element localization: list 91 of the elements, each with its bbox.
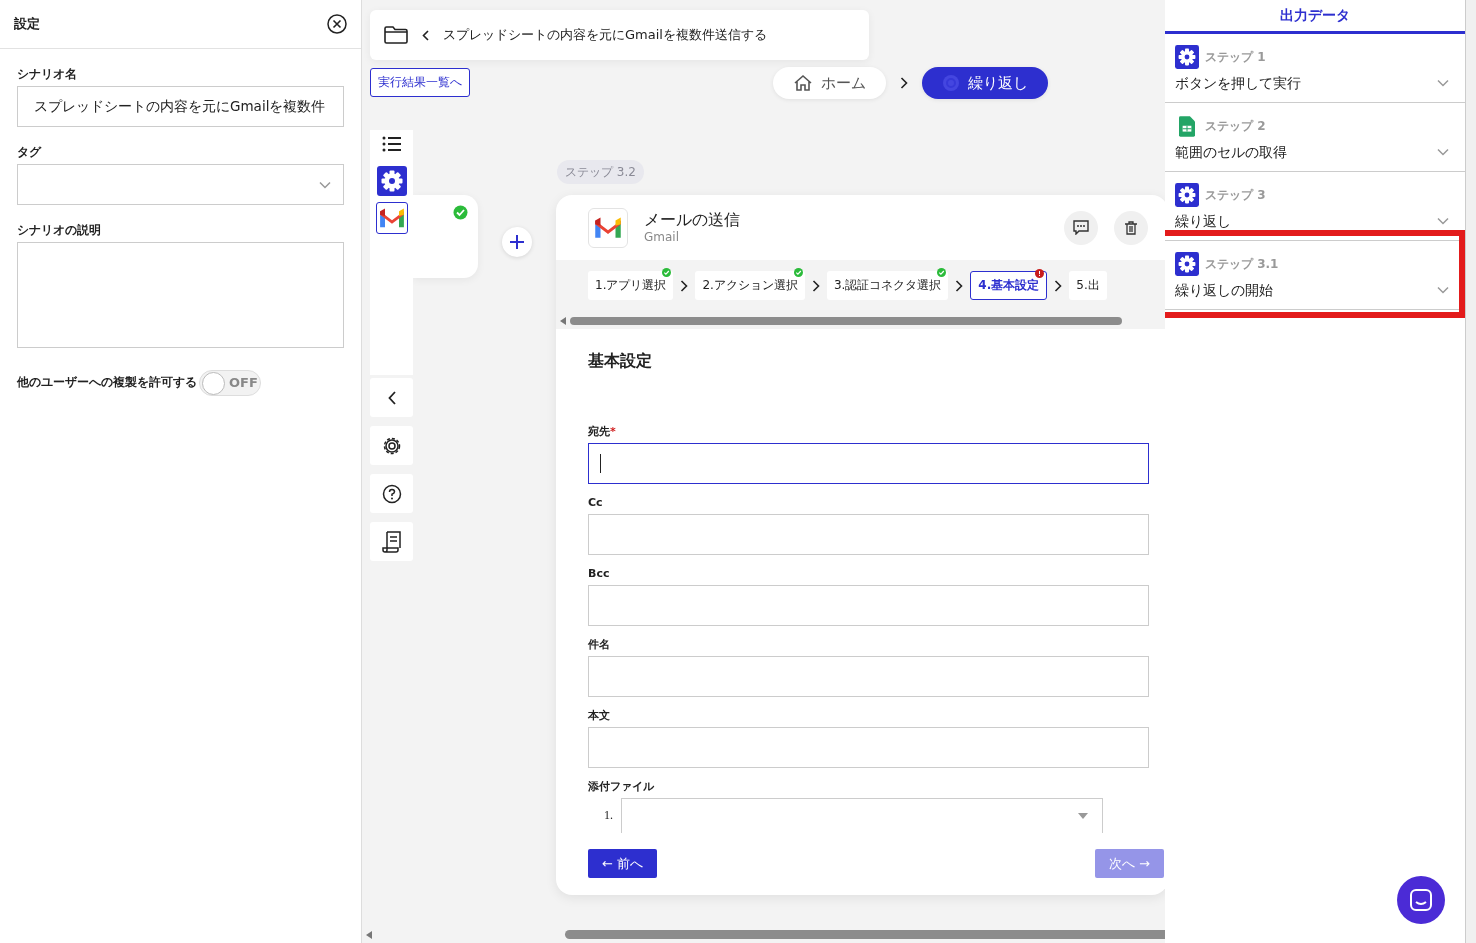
chevron-down-icon[interactable] <box>1437 148 1449 157</box>
chevron-down-icon[interactable] <box>319 180 331 189</box>
document-icon <box>381 530 402 553</box>
field-label: Cc <box>588 496 603 509</box>
scenario-title: スプレッドシートの内容を元にGmailを複数件送信する <box>443 27 767 43</box>
step-node-card[interactable] <box>413 195 478 278</box>
output-step-item[interactable]: ステップ 3.1 繰り返しの開始 <box>1165 241 1465 310</box>
previous-button[interactable]: ← 前へ <box>588 849 658 878</box>
step-tab[interactable]: 1.アプリ選択 <box>588 271 674 300</box>
chevron-down-icon[interactable] <box>1437 217 1449 226</box>
step-number: ステップ 2 <box>1205 118 1266 134</box>
chevron-right-icon <box>900 77 908 89</box>
scrollbar-thumb[interactable] <box>570 317 1122 325</box>
step-tab[interactable]: 3.認証コネクタ選択 <box>826 271 949 300</box>
field-label: 本文 <box>588 709 610 722</box>
chat-icon <box>1410 889 1432 911</box>
field-label: シナリオの説明 <box>17 223 102 237</box>
check-icon <box>453 205 468 220</box>
gear-icon[interactable] <box>376 166 407 196</box>
field-label: 宛先 <box>588 425 610 438</box>
collapse-button[interactable] <box>370 378 413 417</box>
add-step-button[interactable] <box>502 227 532 257</box>
settings-button[interactable] <box>370 426 413 465</box>
list-index: 1. <box>604 808 613 823</box>
chevron-right-icon <box>680 279 689 292</box>
action-title: メールの送信 <box>644 211 740 230</box>
folder-icon <box>384 26 408 44</box>
required-mark: * <box>610 425 616 438</box>
field-label: Bcc <box>588 567 610 580</box>
text-field[interactable]: スプレッドシートの内容を元にGmailを複数件 <box>17 86 344 127</box>
gmail-icon <box>377 206 406 230</box>
field-label: タグ <box>17 145 43 159</box>
step-name: 繰り返しの開始 <box>1175 282 1273 299</box>
textarea-field[interactable] <box>17 242 344 348</box>
help-button[interactable] <box>370 474 413 513</box>
chevron-right-icon <box>1054 279 1063 292</box>
trash-icon <box>1125 220 1137 235</box>
path-button[interactable]: ホーム <box>773 67 886 99</box>
step-name: 繰り返し <box>1175 213 1231 230</box>
panel-tab[interactable]: 出力データ <box>1165 0 1465 34</box>
chevron-left-icon <box>387 390 396 405</box>
app-name: Gmail <box>644 229 680 244</box>
delete-button[interactable] <box>1114 210 1148 245</box>
section-title: 基本設定 <box>588 351 653 371</box>
spreadsheet-icon <box>1179 115 1195 137</box>
step-number: ステップ 3.1 <box>1205 256 1279 272</box>
gear-icon <box>1175 45 1199 69</box>
panel-title: 設定 <box>14 16 40 32</box>
close-icon[interactable] <box>327 14 347 34</box>
plus-icon <box>509 234 525 250</box>
help-icon <box>381 483 402 504</box>
gmail-icon <box>593 215 623 240</box>
comment-button[interactable] <box>1064 210 1098 245</box>
scroll-left-icon[interactable] <box>560 317 566 325</box>
back-chevron-icon[interactable] <box>422 29 429 41</box>
path-button[interactable]: 繰り返し <box>922 67 1048 99</box>
comment-icon <box>1073 220 1089 235</box>
chevron-right-icon <box>811 279 820 292</box>
gear-icon <box>1175 252 1199 276</box>
chat-button[interactable] <box>1397 876 1445 924</box>
chevron-down-icon[interactable] <box>1437 286 1449 295</box>
step-tab[interactable]: 5.出 <box>1069 271 1107 300</box>
chevron-down-icon[interactable] <box>1437 79 1449 88</box>
toggle-label: 他のユーザーへの複製を許可する <box>17 376 197 390</box>
list-icon[interactable] <box>381 136 402 152</box>
text-field[interactable] <box>588 443 1149 484</box>
step-label: ステップ 3.2 <box>557 160 644 184</box>
step-tab[interactable]: 4.基本設定 <box>970 271 1048 300</box>
step-name: 範囲のセルの取得 <box>1175 144 1287 161</box>
gmail-step-button[interactable] <box>375 202 408 234</box>
scroll-left-icon[interactable] <box>366 931 372 939</box>
select-field[interactable] <box>17 164 344 205</box>
file-select[interactable] <box>621 798 1103 833</box>
step-number: ステップ 1 <box>1205 49 1266 65</box>
field-label: シナリオ名 <box>17 67 78 81</box>
gear-icon <box>1175 183 1199 207</box>
settings-icon <box>381 435 402 456</box>
output-step-item[interactable]: ステップ 3 繰り返し <box>1165 172 1465 241</box>
step-number: ステップ 3 <box>1205 187 1266 203</box>
step-name: ボタンを押して実行 <box>1175 75 1301 92</box>
output-step-item[interactable]: ステップ 2 範囲のセルの取得 <box>1165 103 1465 172</box>
chevron-right-icon <box>955 279 964 292</box>
results-link-button[interactable]: 実行結果一覧へ <box>370 68 470 97</box>
scrollbar-thumb[interactable] <box>565 930 1165 939</box>
field-label: 件名 <box>588 638 610 651</box>
field-label: 添付ファイル <box>588 780 654 793</box>
home-icon <box>793 74 813 92</box>
step-tab[interactable]: 2.アクション選択 <box>695 271 805 300</box>
document-button[interactable] <box>370 522 413 561</box>
output-step-item[interactable]: ステップ 1 ボタンを押して実行 <box>1165 34 1465 103</box>
dropdown-arrow-icon <box>1078 813 1088 819</box>
